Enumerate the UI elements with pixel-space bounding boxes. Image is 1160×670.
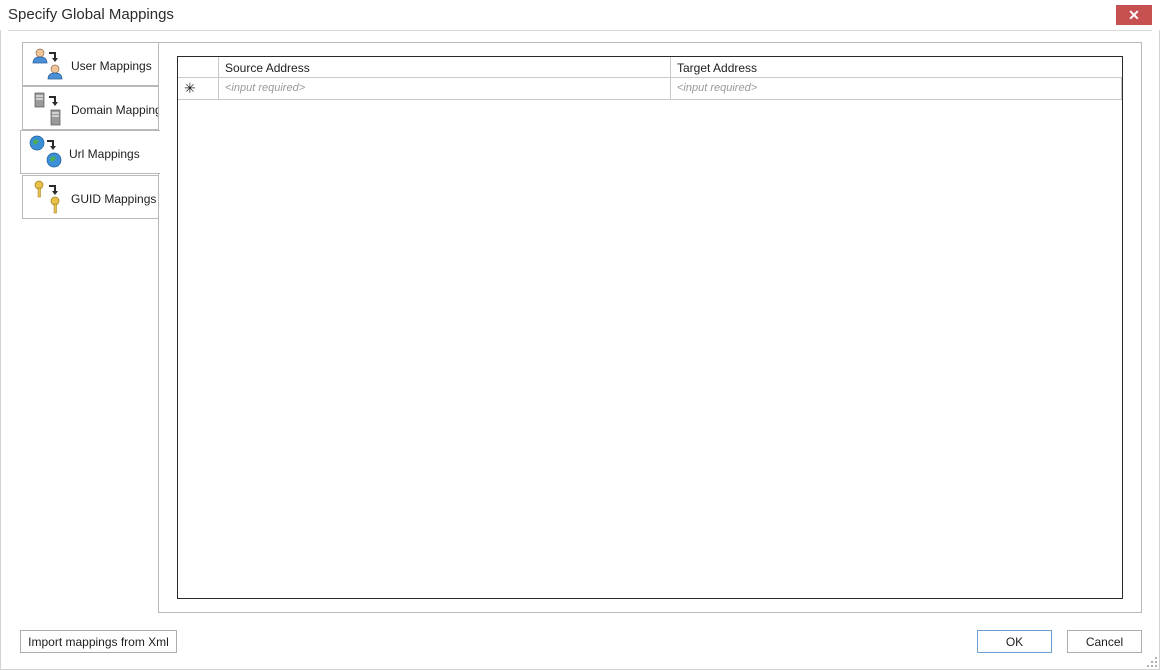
close-button[interactable]: ✕ [1116, 5, 1152, 25]
domain-mapping-icon [34, 92, 61, 126]
guid-mapping-icon [34, 180, 60, 214]
tab-user-mappings[interactable]: User Mappings [22, 42, 159, 86]
source-address-cell[interactable]: <input required> [219, 78, 671, 100]
ok-button[interactable]: OK [977, 630, 1052, 653]
import-mappings-button[interactable]: Import mappings from Xml [20, 630, 177, 653]
tab-label: User Mappings [71, 59, 152, 73]
new-row-indicator-icon: ✳ [178, 78, 219, 100]
resize-grip-icon[interactable] [1146, 656, 1158, 668]
column-header-source-address[interactable]: Source Address [219, 57, 671, 78]
tab-label: GUID Mappings [71, 192, 157, 206]
title-separator [8, 30, 1152, 31]
tab-label: Url Mappings [69, 147, 140, 161]
column-header-target-address[interactable]: Target Address [671, 57, 1122, 78]
close-icon: ✕ [1128, 6, 1140, 23]
url-mapping-icon [29, 135, 62, 168]
tab-label: Domain Mappings [71, 103, 168, 117]
url-mappings-grid[interactable]: Source Address Target Address ✳ <input r… [177, 56, 1123, 599]
title-bar: Specify Global Mappings ✕ [0, 0, 1160, 30]
tab-url-mappings[interactable]: Url Mappings [20, 130, 160, 174]
tab-guid-mappings[interactable]: GUID Mappings [22, 175, 159, 219]
grid-header: Source Address Target Address [178, 57, 1122, 78]
window-title: Specify Global Mappings [8, 6, 174, 23]
mapping-tabs: User Mappings Domain Mappings Url Mappin… [20, 42, 168, 222]
row-header-corner [178, 57, 219, 78]
new-row: ✳ <input required> <input required> [178, 78, 1122, 100]
target-address-cell[interactable]: <input required> [671, 78, 1122, 100]
cancel-button[interactable]: Cancel [1067, 630, 1142, 653]
user-mapping-icon [32, 48, 63, 80]
tab-domain-mappings[interactable]: Domain Mappings [22, 86, 168, 130]
